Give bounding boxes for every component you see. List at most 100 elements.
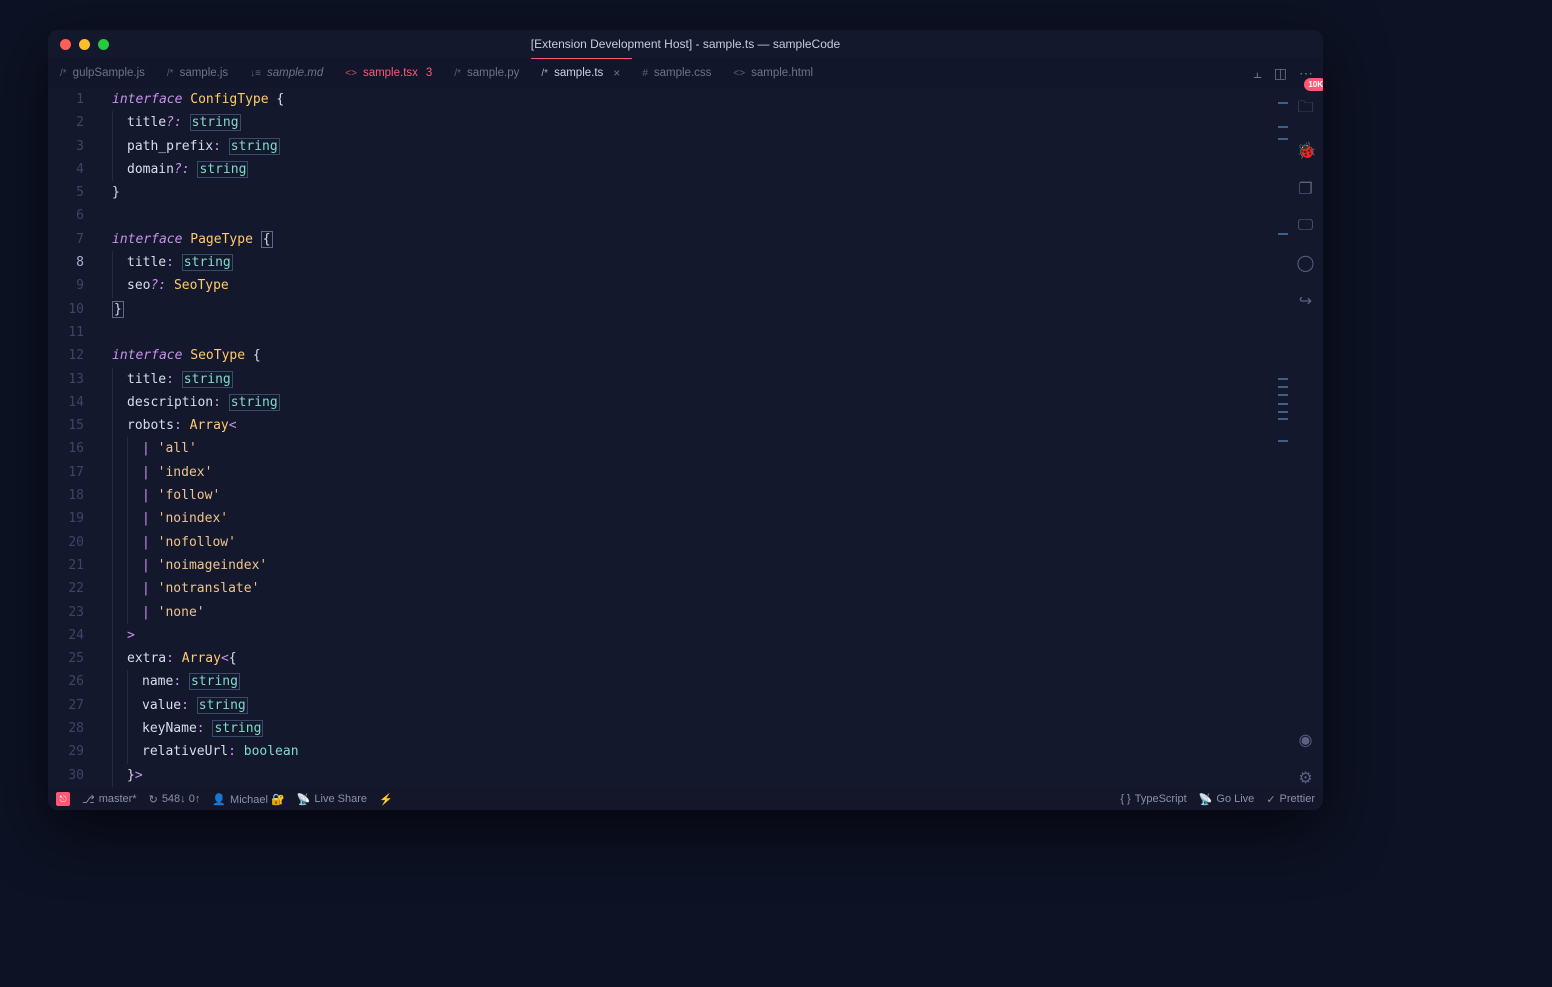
code-line: robots: Array< (112, 414, 1278, 437)
status-text: Prettier (1280, 793, 1315, 805)
tab-sample-ts[interactable]: /* sample.ts × (531, 58, 632, 88)
line-number: 9 (48, 274, 84, 297)
status-item[interactable]: 📡Go Live (1199, 793, 1255, 806)
status-icon: 📡 (297, 793, 311, 806)
line-number: 31 (48, 787, 84, 788)
code-line: | 'notranslate' (112, 577, 1278, 600)
line-number: 30 (48, 764, 84, 787)
status-text: Go Live (1216, 793, 1254, 805)
tab-label: sample.js (180, 67, 229, 79)
status-icon: 📡 (1199, 793, 1213, 806)
line-number: 19 (48, 507, 84, 530)
titlebar: [Extension Development Host] - sample.ts… (48, 30, 1323, 58)
code-line: | 'nofollow' (112, 531, 1278, 554)
code-line (112, 204, 1278, 227)
code-line: | 'noimageindex' (112, 554, 1278, 577)
code-line: seo?: SeoType (112, 274, 1278, 297)
line-number: 7 (48, 228, 84, 251)
code-line: path_prefix: string (112, 135, 1278, 158)
line-number: 18 (48, 484, 84, 507)
code-line: description: string (112, 391, 1278, 414)
status-text: TypeScript (1135, 793, 1187, 805)
status-icon: { } (1120, 793, 1130, 805)
status-icon: 👤 (212, 793, 226, 806)
github-icon[interactable]: ◯ (1297, 253, 1315, 273)
file-type-icon: /* (541, 68, 548, 79)
code-line: > (112, 624, 1278, 647)
line-number: 12 (48, 344, 84, 367)
tab-sample-js[interactable]: /*sample.js (157, 58, 240, 88)
line-number: 26 (48, 670, 84, 693)
line-number: 13 (48, 368, 84, 391)
desktop-icon[interactable]: 🖵 (1297, 217, 1315, 235)
code-line: interface ConfigType { (112, 88, 1278, 111)
status-icon: ↻ (149, 793, 158, 806)
line-number: 21 (48, 554, 84, 577)
line-number: 10 (48, 298, 84, 321)
code-line: | 'noindex' (112, 507, 1278, 530)
status-item[interactable]: 📡Live Share (297, 793, 367, 806)
file-type-icon: <> (345, 68, 357, 79)
line-number: 23 (48, 601, 84, 624)
status-item[interactable]: 👤 Michael 🔐 (212, 793, 284, 806)
split-editor-icon[interactable]: ◫ (1274, 65, 1287, 82)
status-item[interactable]: ⎇master* (82, 793, 137, 806)
line-number: 20 (48, 531, 84, 554)
folder-icon[interactable]: 🗀 (1297, 96, 1315, 123)
tab-sample-md[interactable]: ↓≡sample.md (240, 58, 335, 88)
share-icon[interactable]: ↪ (1297, 291, 1315, 311)
tab-sample-css[interactable]: #sample.css (632, 58, 723, 88)
code-line: | 'index' (112, 461, 1278, 484)
status-icon: ✓ (1266, 793, 1275, 806)
status-text: master* (99, 793, 137, 805)
overview-ruler[interactable] (1278, 88, 1288, 788)
line-number: 11 (48, 321, 84, 344)
bug-icon[interactable]: 🐞 (1297, 141, 1315, 161)
line-number: 17 (48, 461, 84, 484)
line-number: 27 (48, 694, 84, 717)
status-item[interactable]: ⚡ (379, 793, 393, 806)
code-area[interactable]: interface ConfigType {title?: stringpath… (98, 88, 1278, 788)
code-line: domain?: string (112, 158, 1278, 181)
tab-label: sample.html (751, 67, 813, 79)
minimize-window-button[interactable] (79, 39, 90, 50)
file-type-icon: <> (733, 68, 745, 79)
tab-label: sample.ts (554, 67, 603, 79)
line-number: 14 (48, 391, 84, 414)
status-item[interactable]: ↻548↓ 0↑ (149, 793, 201, 806)
tab-label: sample.css (654, 67, 712, 79)
tab-label: sample.tsx (363, 67, 418, 79)
layers-icon[interactable]: ❐ (1297, 179, 1315, 199)
tab-sample-html[interactable]: <> sample.html (723, 58, 825, 88)
line-number: 15 (48, 414, 84, 437)
tab-gulpSample-js[interactable]: /*gulpSample.js (50, 58, 157, 88)
editor-body: 1234567891011121314151617181920212223242… (48, 88, 1323, 788)
close-tab-icon[interactable]: × (613, 66, 620, 80)
code-line: title: string (112, 368, 1278, 391)
status-bar: ⎋ ⎇master* ↻548↓ 0↑ 👤 Michael 🔐 📡Live Share ⚡… (48, 788, 1323, 810)
compare-icon[interactable]: ⫠ (1253, 65, 1261, 82)
code-line: keyName: string (112, 717, 1278, 740)
code-line (112, 321, 1278, 344)
tab-sample-tsx[interactable]: <>sample.tsx3 (335, 58, 444, 88)
code-line: extra: Array<{ (112, 647, 1278, 670)
line-number: 29 (48, 740, 84, 763)
maximize-window-button[interactable] (98, 39, 109, 50)
code-line: name: string (112, 670, 1278, 693)
line-number: 3 (48, 135, 84, 158)
code-line: interface PageType { (112, 228, 1278, 251)
source-control-badge: 10K (1304, 78, 1323, 91)
settings-icon[interactable]: ⚙ (1297, 768, 1315, 788)
status-item[interactable]: { } TypeScript (1120, 793, 1186, 806)
tab-sample-py[interactable]: /*sample.py (444, 58, 531, 88)
close-window-button[interactable] (60, 39, 71, 50)
account-icon[interactable]: ◉ (1297, 730, 1315, 750)
line-number: 5 (48, 181, 84, 204)
remote-icon[interactable]: ⎋ (56, 792, 70, 806)
code-line: title: string (112, 251, 1278, 274)
text-editor[interactable]: 1234567891011121314151617181920212223242… (48, 88, 1288, 788)
code-line: } (112, 298, 1278, 321)
status-item[interactable]: ✓ Prettier (1266, 793, 1315, 806)
status-text: Michael 🔐 (230, 793, 285, 806)
file-type-icon: /* (60, 68, 67, 79)
